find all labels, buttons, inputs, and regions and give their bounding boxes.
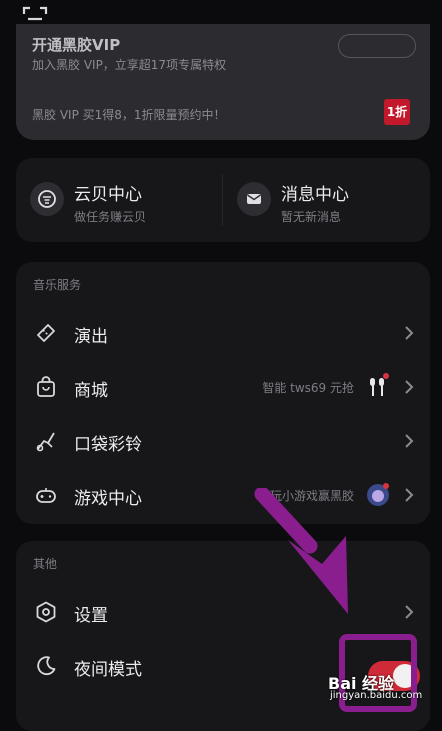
menu-item-label: 演出 [74, 327, 108, 347]
gamepad-icon [36, 488, 56, 503]
message-subtitle: 暂无新消息 [281, 210, 342, 224]
chevron-right-icon [405, 605, 414, 619]
menu-item-settings[interactable]: 设置 [16, 585, 430, 639]
mall-promo-text: 智能 tws69 元抢 [262, 381, 354, 395]
chevron-right-icon [405, 380, 414, 394]
watermark-url: jingyan.baidu.com [330, 690, 423, 701]
coin-icon [30, 182, 64, 216]
vip-subtitle: 加入黑胶 VIP，立享超17项专属特权 [32, 58, 227, 72]
yunbei-center-card[interactable]: 云贝中心 做任务赚云贝 [16, 158, 223, 242]
mail-icon [237, 182, 271, 216]
message-title: 消息中心 [281, 185, 349, 205]
menu-item-game-center[interactable]: 游戏中心 玩小游戏赢黑胶 [16, 468, 430, 522]
shopping-bag-icon [37, 376, 55, 397]
vip-promo-text: 黑胶 VIP 买1得8，1折限量预约中！ [32, 108, 226, 122]
music-note-icon [36, 432, 55, 452]
quick-cards: 云贝中心 做任务赚云贝 消息中心 暂无新消息 [16, 158, 430, 242]
message-center-card[interactable]: 消息中心 暂无新消息 [223, 158, 430, 242]
menu-item-mall[interactable]: 商城 智能 tws69 元抢 [16, 360, 430, 414]
moon-icon [37, 656, 56, 676]
menu-item-label: 游戏中心 [74, 489, 142, 509]
menu-item-shows[interactable]: 演出 [16, 306, 430, 360]
ticket-icon [37, 324, 55, 342]
menu-item-label: 口袋彩铃 [74, 435, 142, 455]
promo-badge: 1折 [384, 99, 410, 125]
vip-open-button[interactable] [338, 34, 416, 58]
chevron-right-icon [405, 488, 414, 502]
settings-icon [36, 601, 56, 623]
section-header: 音乐服务 [33, 278, 82, 292]
earbuds-thumbnail [370, 373, 389, 396]
chevron-right-icon [405, 326, 414, 340]
annotation-arrow-icon [254, 488, 348, 614]
menu-item-label: 商城 [74, 381, 108, 401]
vip-title: 开通黑胶VIP [32, 36, 121, 54]
yunbei-title: 云贝中心 [74, 185, 142, 205]
chevron-right-icon [405, 434, 414, 448]
vip-card[interactable]: 开通黑胶VIP 加入黑胶 VIP，立享超17项专属特权 黑胶 VIP 买1得8，… [16, 24, 430, 140]
yunbei-subtitle: 做任务赚云贝 [74, 210, 147, 224]
game-avatar-thumbnail [367, 483, 389, 506]
menu-item-label: 夜间模式 [74, 660, 142, 680]
music-services-section: 音乐服务 演出 商城 智能 tws69 元抢 口袋彩铃 游戏中心 玩小游戏赢黑胶 [16, 262, 430, 524]
section-header: 其他 [33, 557, 58, 571]
menu-item-ringtone[interactable]: 口袋彩铃 [16, 414, 430, 468]
menu-item-label: 设置 [74, 606, 108, 626]
